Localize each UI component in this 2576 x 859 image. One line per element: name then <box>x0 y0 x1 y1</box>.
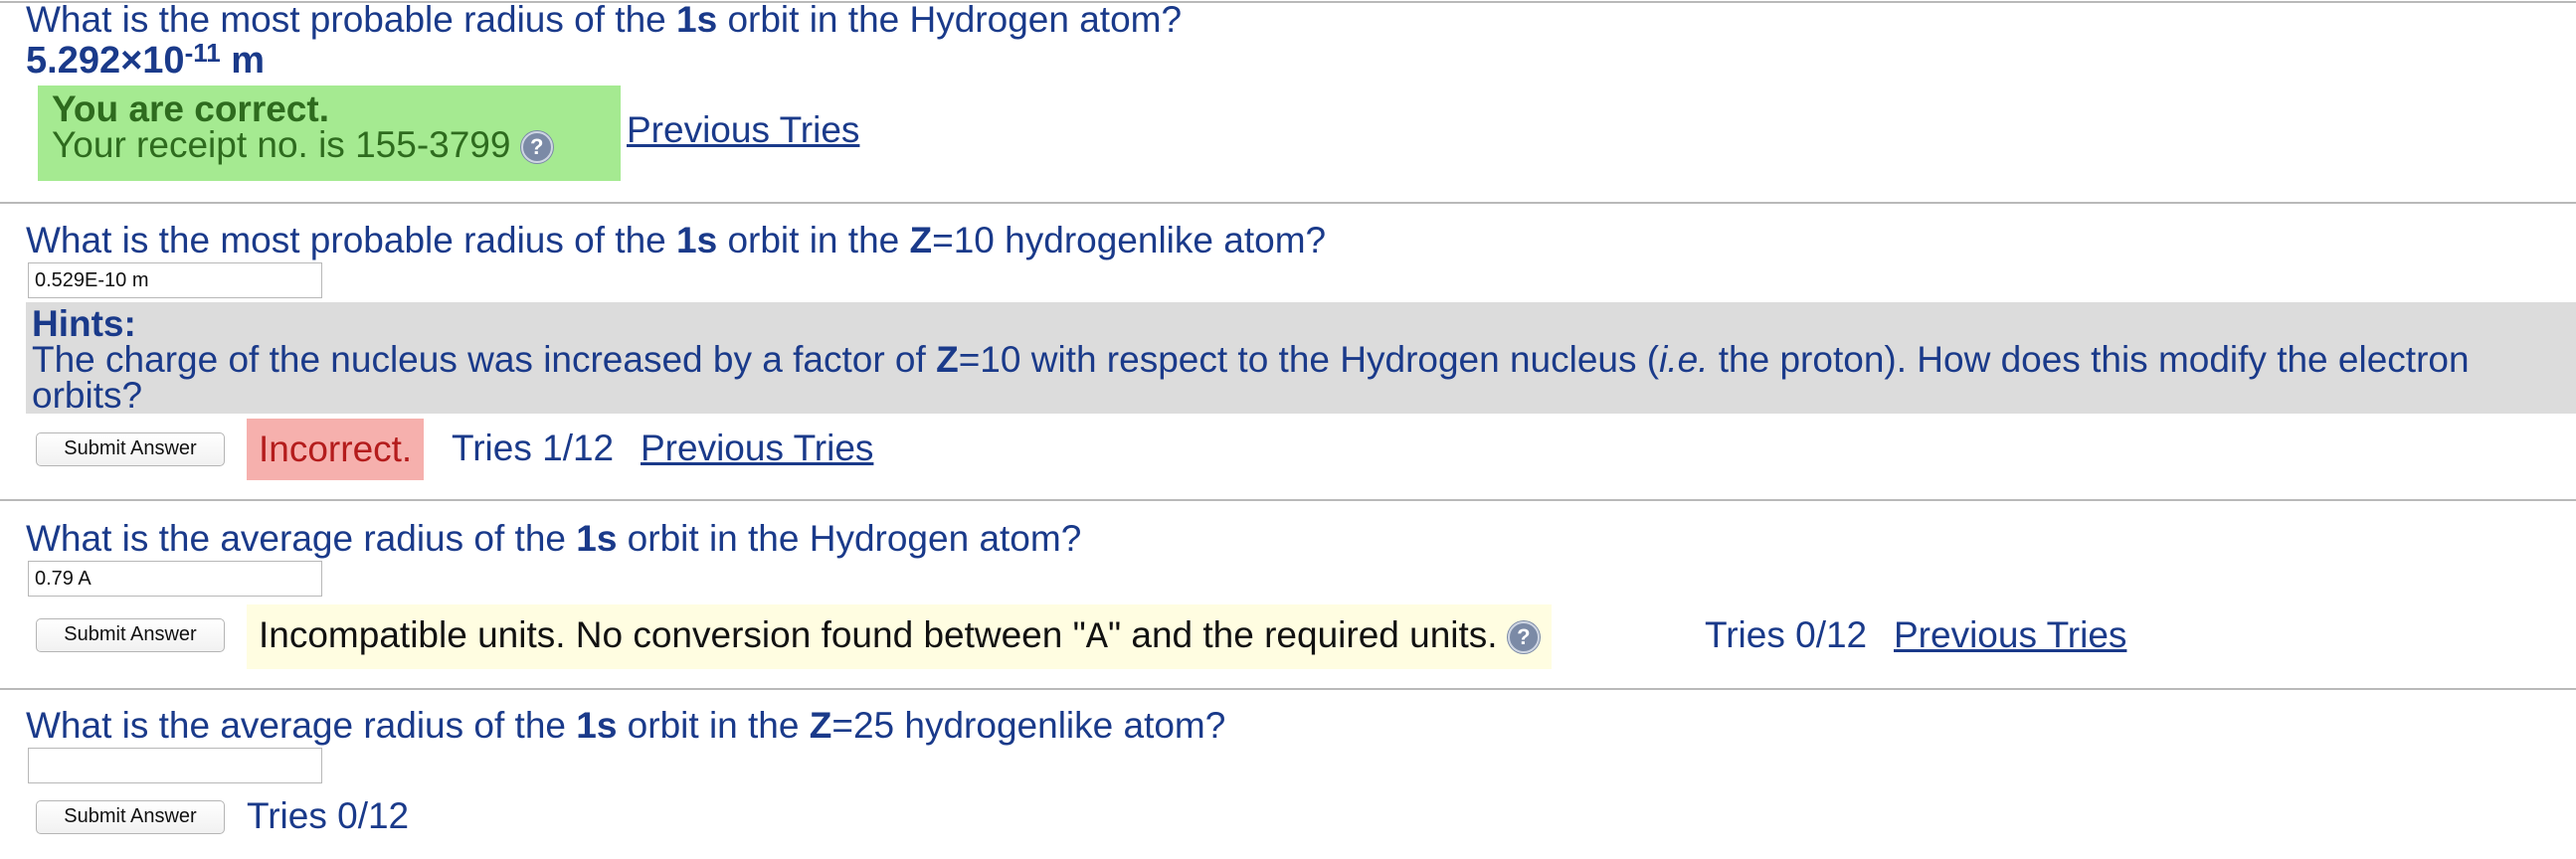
question-4-text: What is the average radius of the 1s orb… <box>26 705 1226 746</box>
previous-tries-link-q2[interactable]: Previous Tries <box>641 428 873 469</box>
hints-title: Hints: <box>32 303 136 344</box>
submit-answer-button-q4[interactable]: Submit Answer <box>36 800 225 834</box>
help-question-icon[interactable]: ? <box>520 131 553 164</box>
answer-input-q3[interactable]: 0.79 A <box>28 561 322 597</box>
help-question-icon[interactable]: ? <box>1507 621 1540 654</box>
incorrect-status-badge: Incorrect. <box>247 419 425 480</box>
previous-tries-link-q1[interactable]: Previous Tries <box>627 109 859 151</box>
question-1-answer: 5.292×10-11 m <box>26 38 266 82</box>
correct-status-box: You are correct. Your receipt no. is 155… <box>38 86 621 181</box>
tries-count-q2: Tries 1/12 <box>452 428 615 468</box>
hints-box: Hints: The charge of the nucleus was inc… <box>26 302 2576 414</box>
question-2-text: What is the most probable radius of the … <box>26 220 1327 260</box>
question-3-text: What is the average radius of the 1s orb… <box>26 518 1082 559</box>
previous-tries-link-q3[interactable]: Previous Tries <box>1894 614 2126 656</box>
submit-answer-button-q2[interactable]: Submit Answer <box>36 432 225 466</box>
tries-count-q3: Tries 0/12 <box>1705 614 1868 655</box>
divider-2 <box>0 499 2576 501</box>
tries-count-q4: Tries 0/12 <box>247 795 410 836</box>
question-1-text: What is the most probable radius of the … <box>26 0 1183 40</box>
answer-input-q4[interactable] <box>28 748 322 783</box>
divider-3 <box>0 688 2576 690</box>
submit-answer-button-q3[interactable]: Submit Answer <box>36 618 225 652</box>
answer-input-q2[interactable]: 0.529E-10 m <box>28 262 322 298</box>
hint-text: The charge of the nucleus was increased … <box>32 339 2470 416</box>
unit-error-message: Incompatible units. No conversion found … <box>247 604 1552 669</box>
divider-1 <box>0 202 2576 204</box>
correct-title: You are correct. <box>52 88 329 129</box>
receipt-line: Your receipt no. is 155-3799 ? <box>52 126 607 164</box>
